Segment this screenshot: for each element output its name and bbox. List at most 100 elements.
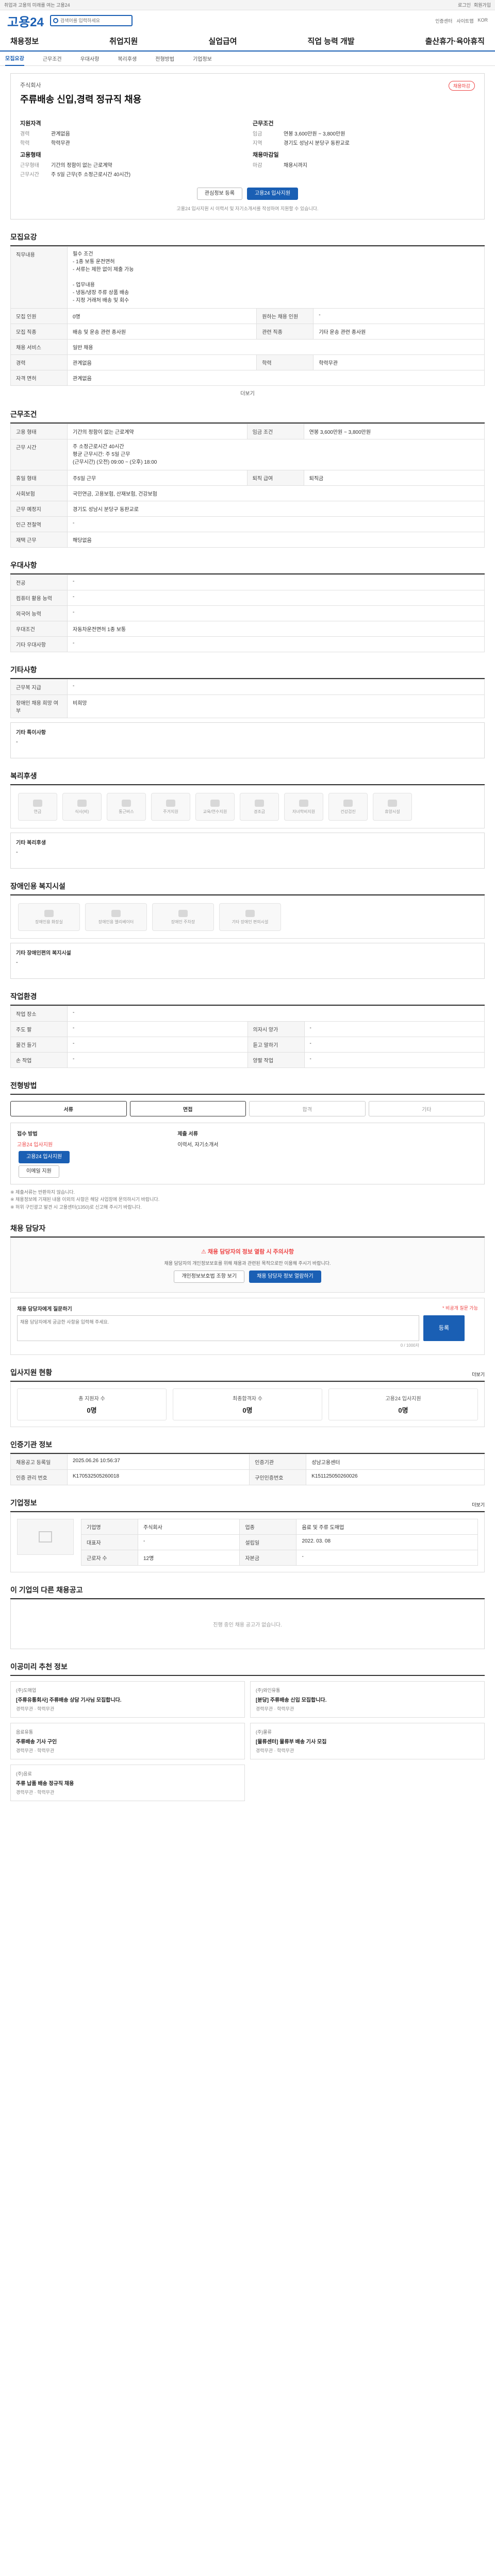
login-link[interactable]: 로그인: [458, 2, 471, 8]
cell-key: 자격 면허: [10, 370, 68, 386]
question-input[interactable]: [17, 1315, 419, 1342]
kv-value: 연봉 3,600만원 ~ 3,800만원: [284, 131, 345, 137]
welfare-item: 식사(비): [62, 793, 102, 821]
recommend-card[interactable]: (주)도매업 [주류유통회사] 주류배송 상담 기사님 모집합니다. 경력무관 · …: [10, 1681, 245, 1718]
email-apply-button[interactable]: 이메일 지원: [19, 1165, 59, 1178]
search-icon[interactable]: [53, 18, 58, 23]
cell-key: 손 작업: [10, 1052, 68, 1068]
stat-value: 0명: [242, 1406, 253, 1415]
table-row: 고용 형태 기간의 정함이 없는 근로계약 임금 조건 연봉 3,600만원 ~ 3,…: [10, 423, 485, 439]
kv-value: 채용시까지: [284, 163, 307, 168]
recommend-card[interactable]: 음료유통 주류배송 기사 구인 경력무관 · 학력무관: [10, 1723, 245, 1760]
cell-key: 작업 장소: [10, 1006, 68, 1022]
qualification-label: 지원자격: [20, 121, 41, 127]
apply-method-box: 접수 방법 고용24 입사지원 고용24 입사지원 이메일 지원 제출 서류 이…: [10, 1123, 485, 1184]
table-row: 직무내용 필수 조건 - 1종 보통 운전면허 - 서류는 제한 없이 제출 가능…: [10, 246, 485, 309]
welfare-item: 통근버스: [107, 793, 146, 821]
summary-row: 근무시간 주 5일 근무(주 소정근로시간 40시간): [20, 170, 242, 178]
cell-value: 해당없음: [67, 532, 485, 548]
welfare-label: 교육/연수지원: [203, 809, 227, 814]
summary-row: 임금 연봉 3,600만원 ~ 3,800만원: [253, 129, 475, 137]
signup-link[interactable]: 회원가입: [474, 2, 491, 8]
rec-title[interactable]: 주류 납품 배송 정규직 채용: [16, 1779, 239, 1787]
rec-title[interactable]: 주류배송 기사 구인: [16, 1737, 239, 1745]
top-utility-bar: 취업과 고용의 미래를 여는 고용24 로그인 회원가입: [0, 0, 495, 10]
search-box[interactable]: [50, 15, 133, 26]
job-title: 주류배송 신입,경력 정규직 채용: [20, 94, 142, 105]
cell-key: 자본금: [239, 1550, 297, 1566]
cell-value: -: [67, 590, 485, 606]
section-title-text: 기업정보: [10, 1499, 37, 1507]
kv-key: 근무시간: [20, 172, 39, 178]
gnb-item-jobs[interactable]: 채용정보: [10, 36, 39, 46]
scrap-button[interactable]: 관심정보 등록: [196, 188, 242, 200]
summary-row: 학력 학력무관: [20, 139, 242, 146]
tab-process[interactable]: 전형방법: [155, 55, 174, 62]
gnb-item-training[interactable]: 직업 능력 개발: [307, 36, 354, 46]
tab-recruit[interactable]: 모집요강: [5, 54, 24, 66]
more-link[interactable]: 더보기: [472, 1371, 485, 1378]
recommend-card[interactable]: (주)음료 주류 납품 배송 정규직 채용 경력무관 · 학력무관: [10, 1765, 245, 1802]
more-link[interactable]: 더보기: [472, 1501, 485, 1508]
table-row: 전공 -: [10, 574, 485, 590]
more-button[interactable]: 더보기: [10, 389, 485, 397]
gnb-item-leave[interactable]: 출산휴가·육아휴직: [425, 36, 485, 46]
kv-key: 근무형태: [20, 163, 39, 168]
cell-value: 성남고용센터: [306, 1454, 485, 1470]
applicant-stats: 총 지원자 수 0명 최종합격자 수 0명 고용24 입사지원 0명: [10, 1382, 485, 1428]
ai-recommend-section: 이공미리 추천 정보 (주)도매업 [주류유통회사] 주류배송 상담 기사님 모집…: [10, 1657, 485, 1802]
gnb-item-benefits[interactable]: 실업급여: [208, 36, 237, 46]
rec-company: (주)와인유통: [256, 1688, 280, 1693]
rec-title[interactable]: [분당] 주류배송 신입 모집합니다.: [256, 1696, 479, 1703]
recommend-card[interactable]: (주)물류 [물류센터] 물류부 배송 기사 모집 경력무관 · 학력무관: [250, 1723, 485, 1760]
table-row: 우대조건 자동차운전면허 1종 보통: [10, 621, 485, 637]
posting-info-section: 인증기관 정보 채용공고 등록일 2025.06.26 10:56:37 인증기관 성…: [10, 1435, 485, 1486]
recommend-card[interactable]: (주)와인유통 [분당] 주류배송 신입 모집합니다. 경력무관 · 학력무관: [250, 1681, 485, 1718]
apply-button-2[interactable]: 고용24 입사지원: [19, 1151, 70, 1163]
table-row: 기업명 주식회사 업종 음료 및 주류 도매업: [81, 1519, 478, 1535]
table-row: 사회보험 국민연금, 고용보험, 산재보험, 건강보험: [10, 485, 485, 501]
posting-table: 채용공고 등록일 2025.06.26 10:56:37 인증기관 성남고용센터 인증…: [10, 1454, 485, 1486]
view-contact-button[interactable]: 채용 담당자 정보 열람하기: [249, 1270, 321, 1283]
kv-value: 학력무관: [51, 141, 70, 146]
table-row: 휴일 형태 주5일 근무 퇴직 급여 퇴직금: [10, 470, 485, 486]
gnb-item-support[interactable]: 취업지원: [109, 36, 138, 46]
cell-key: 양팔 작업: [247, 1052, 305, 1068]
cell-key: 휴일 형태: [10, 470, 68, 486]
question-meta: * 비공개 질문 가능: [442, 1306, 478, 1311]
elevator-icon: [111, 909, 121, 917]
company-box: 기업명 주식회사 업종 음료 및 주류 도매업 대표자 - 설립일 2022. 03. 08…: [10, 1512, 485, 1573]
tab-conditions[interactable]: 근무조건: [43, 55, 62, 62]
cell-key: 재택 근무: [10, 532, 68, 548]
cell-key: 업종: [239, 1519, 297, 1535]
header-link-lang[interactable]: KOR: [477, 18, 488, 24]
company-section: 기업정보 더보기 기업명 주식회사 업종 음료 및 주류 도매업 대표자 - 설립일 2022…: [10, 1494, 485, 1573]
apply-button[interactable]: 고용24 입사지원: [246, 188, 299, 200]
site-logo[interactable]: 고용24: [7, 12, 44, 30]
table-row: 근무 시간 주 소정근로시간 40시간 평균 근무시간: 주 5일 근무 (근무시…: [10, 439, 485, 470]
notice-title-text: 채용 담당자의 정보 열람 시 주의사항: [207, 1249, 294, 1256]
rec-title[interactable]: [주류유통회사] 주류배송 상담 기사님 모집합니다.: [16, 1696, 239, 1703]
preference-section: 우대사항 전공 - 컴퓨터 활용 능력 - 외국어 능력 - 우대조건 자동차운전면허 …: [10, 556, 485, 652]
tab-preferences[interactable]: 우대사항: [80, 55, 100, 62]
welfare-item: 연금: [18, 793, 57, 821]
cell-value: -: [67, 679, 485, 695]
header-link-cert[interactable]: 인증센터: [435, 18, 452, 24]
rec-title[interactable]: [물류센터] 물류부 배송 기사 모집: [256, 1737, 479, 1745]
company-logo: [17, 1519, 74, 1555]
header-link-sitemap[interactable]: 사이트맵: [456, 18, 473, 24]
cell-value: 주 소정근로시간 40시간 평균 근무시간: 주 5일 근무 (근무시간) (오…: [67, 439, 485, 470]
cell-key: 근무 예정지: [10, 501, 68, 517]
privacy-law-button[interactable]: 개인정보보호법 조항 보기: [174, 1270, 245, 1283]
tab-company[interactable]: 기업정보: [193, 55, 212, 62]
note-line: ※ 제출서류는 반환하지 않습니다.: [10, 1190, 75, 1195]
cell-key: 고용 형태: [10, 423, 68, 439]
tab-welfare[interactable]: 복리후생: [118, 55, 137, 62]
question-submit-button[interactable]: 등록: [423, 1315, 465, 1342]
search-input[interactable]: [60, 18, 127, 23]
wheelchair-icon: [245, 909, 255, 917]
company-name[interactable]: 주식회사: [20, 81, 475, 89]
table-row: 주도 팔 - 의자시 양가 -: [10, 1021, 485, 1037]
other-jobs-section: 이 기업의 다른 채용공고 진행 중인 채용 공고가 없습니다.: [10, 1581, 485, 1650]
stat-card: 고용24 입사지원 0명: [328, 1388, 478, 1421]
